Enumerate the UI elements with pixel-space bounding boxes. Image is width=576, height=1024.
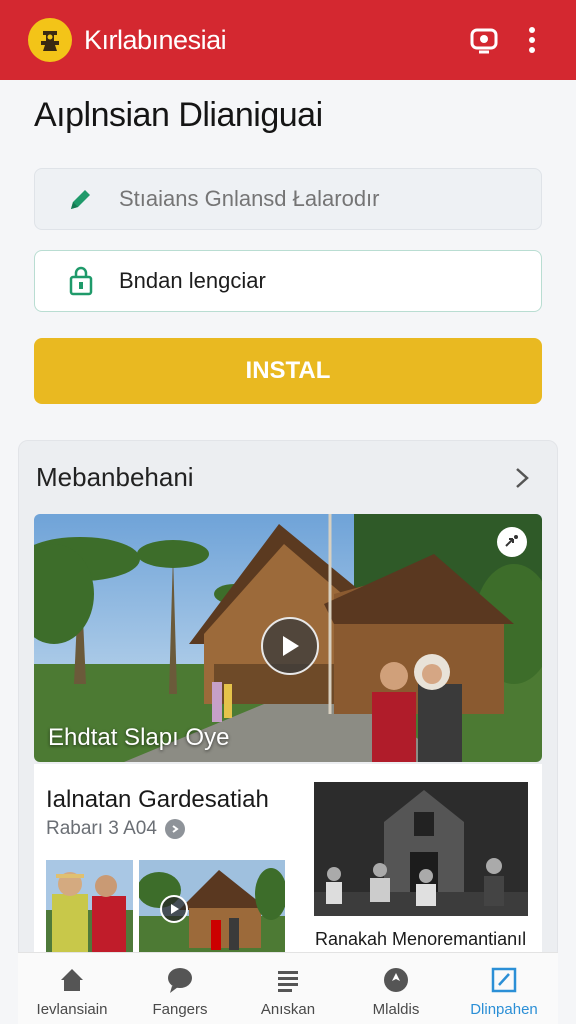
emblem-icon[interactable] [28, 18, 72, 62]
play-icon[interactable] [160, 895, 188, 923]
nav-item-home[interactable]: Ievlansiain [18, 953, 126, 1024]
side-article-image[interactable] [314, 782, 528, 916]
password-field[interactable]: Bndan lengciar [34, 250, 542, 312]
nav-label: Fangers [152, 1001, 208, 1018]
chevron-right-icon[interactable] [508, 464, 536, 492]
app-bar: Kırlabınesiai [0, 0, 576, 80]
install-button[interactable]: INSTAL [34, 338, 542, 404]
nav-item-edit[interactable]: Dlinpahen [450, 953, 558, 1024]
article-meta: Rabarı 3 A04 [46, 818, 185, 840]
lock-icon [65, 265, 97, 297]
nav-label: Ievlansiain [36, 1001, 108, 1018]
share-icon[interactable] [497, 527, 527, 557]
article-meta-text: Rabarı 3 A04 [46, 818, 157, 839]
chat-icon [165, 965, 195, 995]
bottom-nav: Ievlansiain Fangers Anıskan Mlaldis Dlin… [18, 952, 558, 1024]
page-title: Aıplnsian Dlianiguai [34, 96, 323, 134]
article-title[interactable]: Ialnatan Gardesatiah [46, 786, 269, 814]
nav-label: Anıskan [260, 1001, 316, 1018]
more-vert-icon[interactable] [512, 20, 552, 60]
pencil-icon [65, 183, 97, 215]
location-icon [381, 965, 411, 995]
home-icon [57, 965, 87, 995]
side-article-caption[interactable]: Ranakah Menoremantianıl [315, 929, 526, 950]
nav-label: Dlinpahen [470, 1001, 538, 1018]
app-title: Kırlabınesiai [84, 24, 227, 55]
search-field[interactable] [34, 168, 542, 230]
list-icon [273, 965, 303, 995]
info-icon [164, 819, 185, 839]
nav-item-list[interactable]: Anıskan [234, 953, 342, 1024]
thumbnail-image[interactable] [46, 860, 133, 952]
nav-label: Mlaldis [372, 1001, 420, 1018]
cast-icon[interactable] [464, 20, 504, 60]
edit-icon [489, 965, 519, 995]
nav-item-chat[interactable]: Fangers [126, 953, 234, 1024]
play-icon[interactable] [261, 617, 319, 675]
search-input[interactable] [119, 186, 519, 212]
password-value: Bndan lengciar [119, 268, 266, 293]
nav-item-location[interactable]: Mlaldis [342, 953, 450, 1024]
section-title: Mebanbehani [36, 462, 194, 492]
video-caption: Ehdtat Slapı Oye [48, 724, 230, 751]
